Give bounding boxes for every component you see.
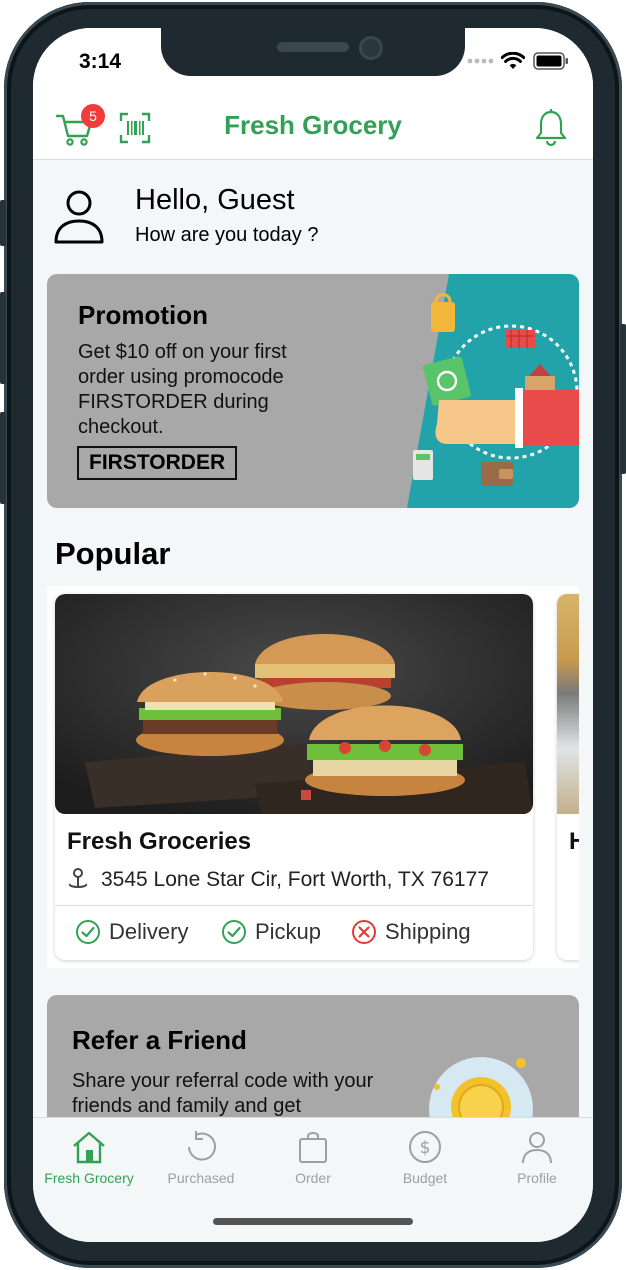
location-pin-icon — [69, 868, 87, 888]
service-label: Pickup — [255, 919, 322, 944]
check-circle-icon — [76, 920, 100, 944]
tab-budget[interactable]: $ Budget — [369, 1130, 481, 1186]
person-icon — [522, 1132, 552, 1164]
speaker-grille — [277, 42, 349, 52]
check-circle-icon — [222, 920, 246, 944]
home-indicator — [213, 1218, 413, 1225]
service-shipping: Shipping — [351, 919, 471, 945]
tab-order[interactable]: Order — [257, 1130, 369, 1186]
tab-purchased[interactable]: Purchased — [145, 1130, 257, 1186]
history-icon — [188, 1131, 216, 1161]
promo-code-box[interactable]: FIRSTORDER — [77, 446, 238, 480]
status-time: 3:14 — [79, 50, 122, 73]
front-camera — [359, 36, 383, 60]
tab-profile[interactable]: Profile — [481, 1130, 593, 1186]
wifi-icon — [501, 52, 525, 69]
refer-text: Share your referral code with your frien… — [72, 1070, 374, 1117]
service-label: Delivery — [109, 919, 189, 944]
store-photo-burgers — [55, 594, 533, 814]
service-label: Shipping — [385, 919, 471, 944]
app-screen: 3:14 5 Fresh Grocery Hello, Guest How ar… — [33, 28, 593, 1242]
refer-title: Refer a Friend — [72, 1025, 247, 1055]
device-notch — [161, 28, 465, 76]
service-delivery: Delivery — [75, 919, 188, 945]
greeting-section: Hello, Guest How are you today ? — [33, 160, 593, 260]
tab-label: Purchased — [167, 1170, 235, 1186]
store-address: 3545 Lone Star Cir, Fort Worth, TX 76177 — [101, 868, 489, 891]
tab-label: Order — [295, 1170, 331, 1186]
bell-icon — [535, 109, 567, 147]
store-card[interactable]: Fresh Groceries 3545 Lone Star Cir, Fort… — [55, 594, 533, 960]
bag-icon — [299, 1132, 327, 1163]
notifications-button[interactable] — [533, 108, 569, 148]
store-photo-next — [557, 594, 579, 814]
dollar-icon: $ — [409, 1131, 441, 1163]
user-avatar-icon — [54, 190, 104, 244]
volume-up-button — [0, 292, 6, 384]
mute-switch — [0, 200, 6, 246]
greeting-title: Hello, Guest — [135, 184, 295, 216]
tab-fresh-grocery[interactable]: Fresh Grocery — [33, 1130, 145, 1186]
app-header: 5 Fresh Grocery — [33, 98, 593, 160]
power-button — [620, 324, 626, 474]
tab-label: Fresh Grocery — [44, 1170, 134, 1186]
popular-carousel[interactable]: Fresh Groceries 3545 Lone Star Cir, Fort… — [47, 586, 579, 968]
popular-section-title: Popular — [55, 536, 171, 571]
app-title: Fresh Grocery — [224, 110, 402, 140]
x-circle-icon — [352, 920, 376, 944]
volume-down-button — [0, 412, 6, 504]
greeting-subtitle: How are you today ? — [135, 224, 319, 246]
promotion-text: Get $10 off on your first order using pr… — [78, 341, 287, 438]
store-card-next[interactable]: H — [557, 594, 579, 960]
service-pickup: Pickup — [221, 919, 321, 945]
status-icons — [467, 52, 569, 70]
battery-icon — [533, 52, 568, 70]
store-name: Fresh Groceries — [67, 828, 252, 855]
tab-label: Profile — [517, 1170, 557, 1186]
store-name-partial: H — [569, 828, 579, 855]
promotion-title: Promotion — [78, 300, 208, 330]
tab-label: Budget — [402, 1170, 448, 1186]
payment-illustration — [407, 274, 579, 508]
home-icon — [73, 1131, 105, 1164]
promotion-banner[interactable]: Promotion Get $10 off on your first orde… — [47, 274, 579, 508]
card-divider — [55, 905, 533, 906]
signal-icon — [467, 58, 493, 64]
svg-text:$: $ — [420, 1138, 431, 1158]
